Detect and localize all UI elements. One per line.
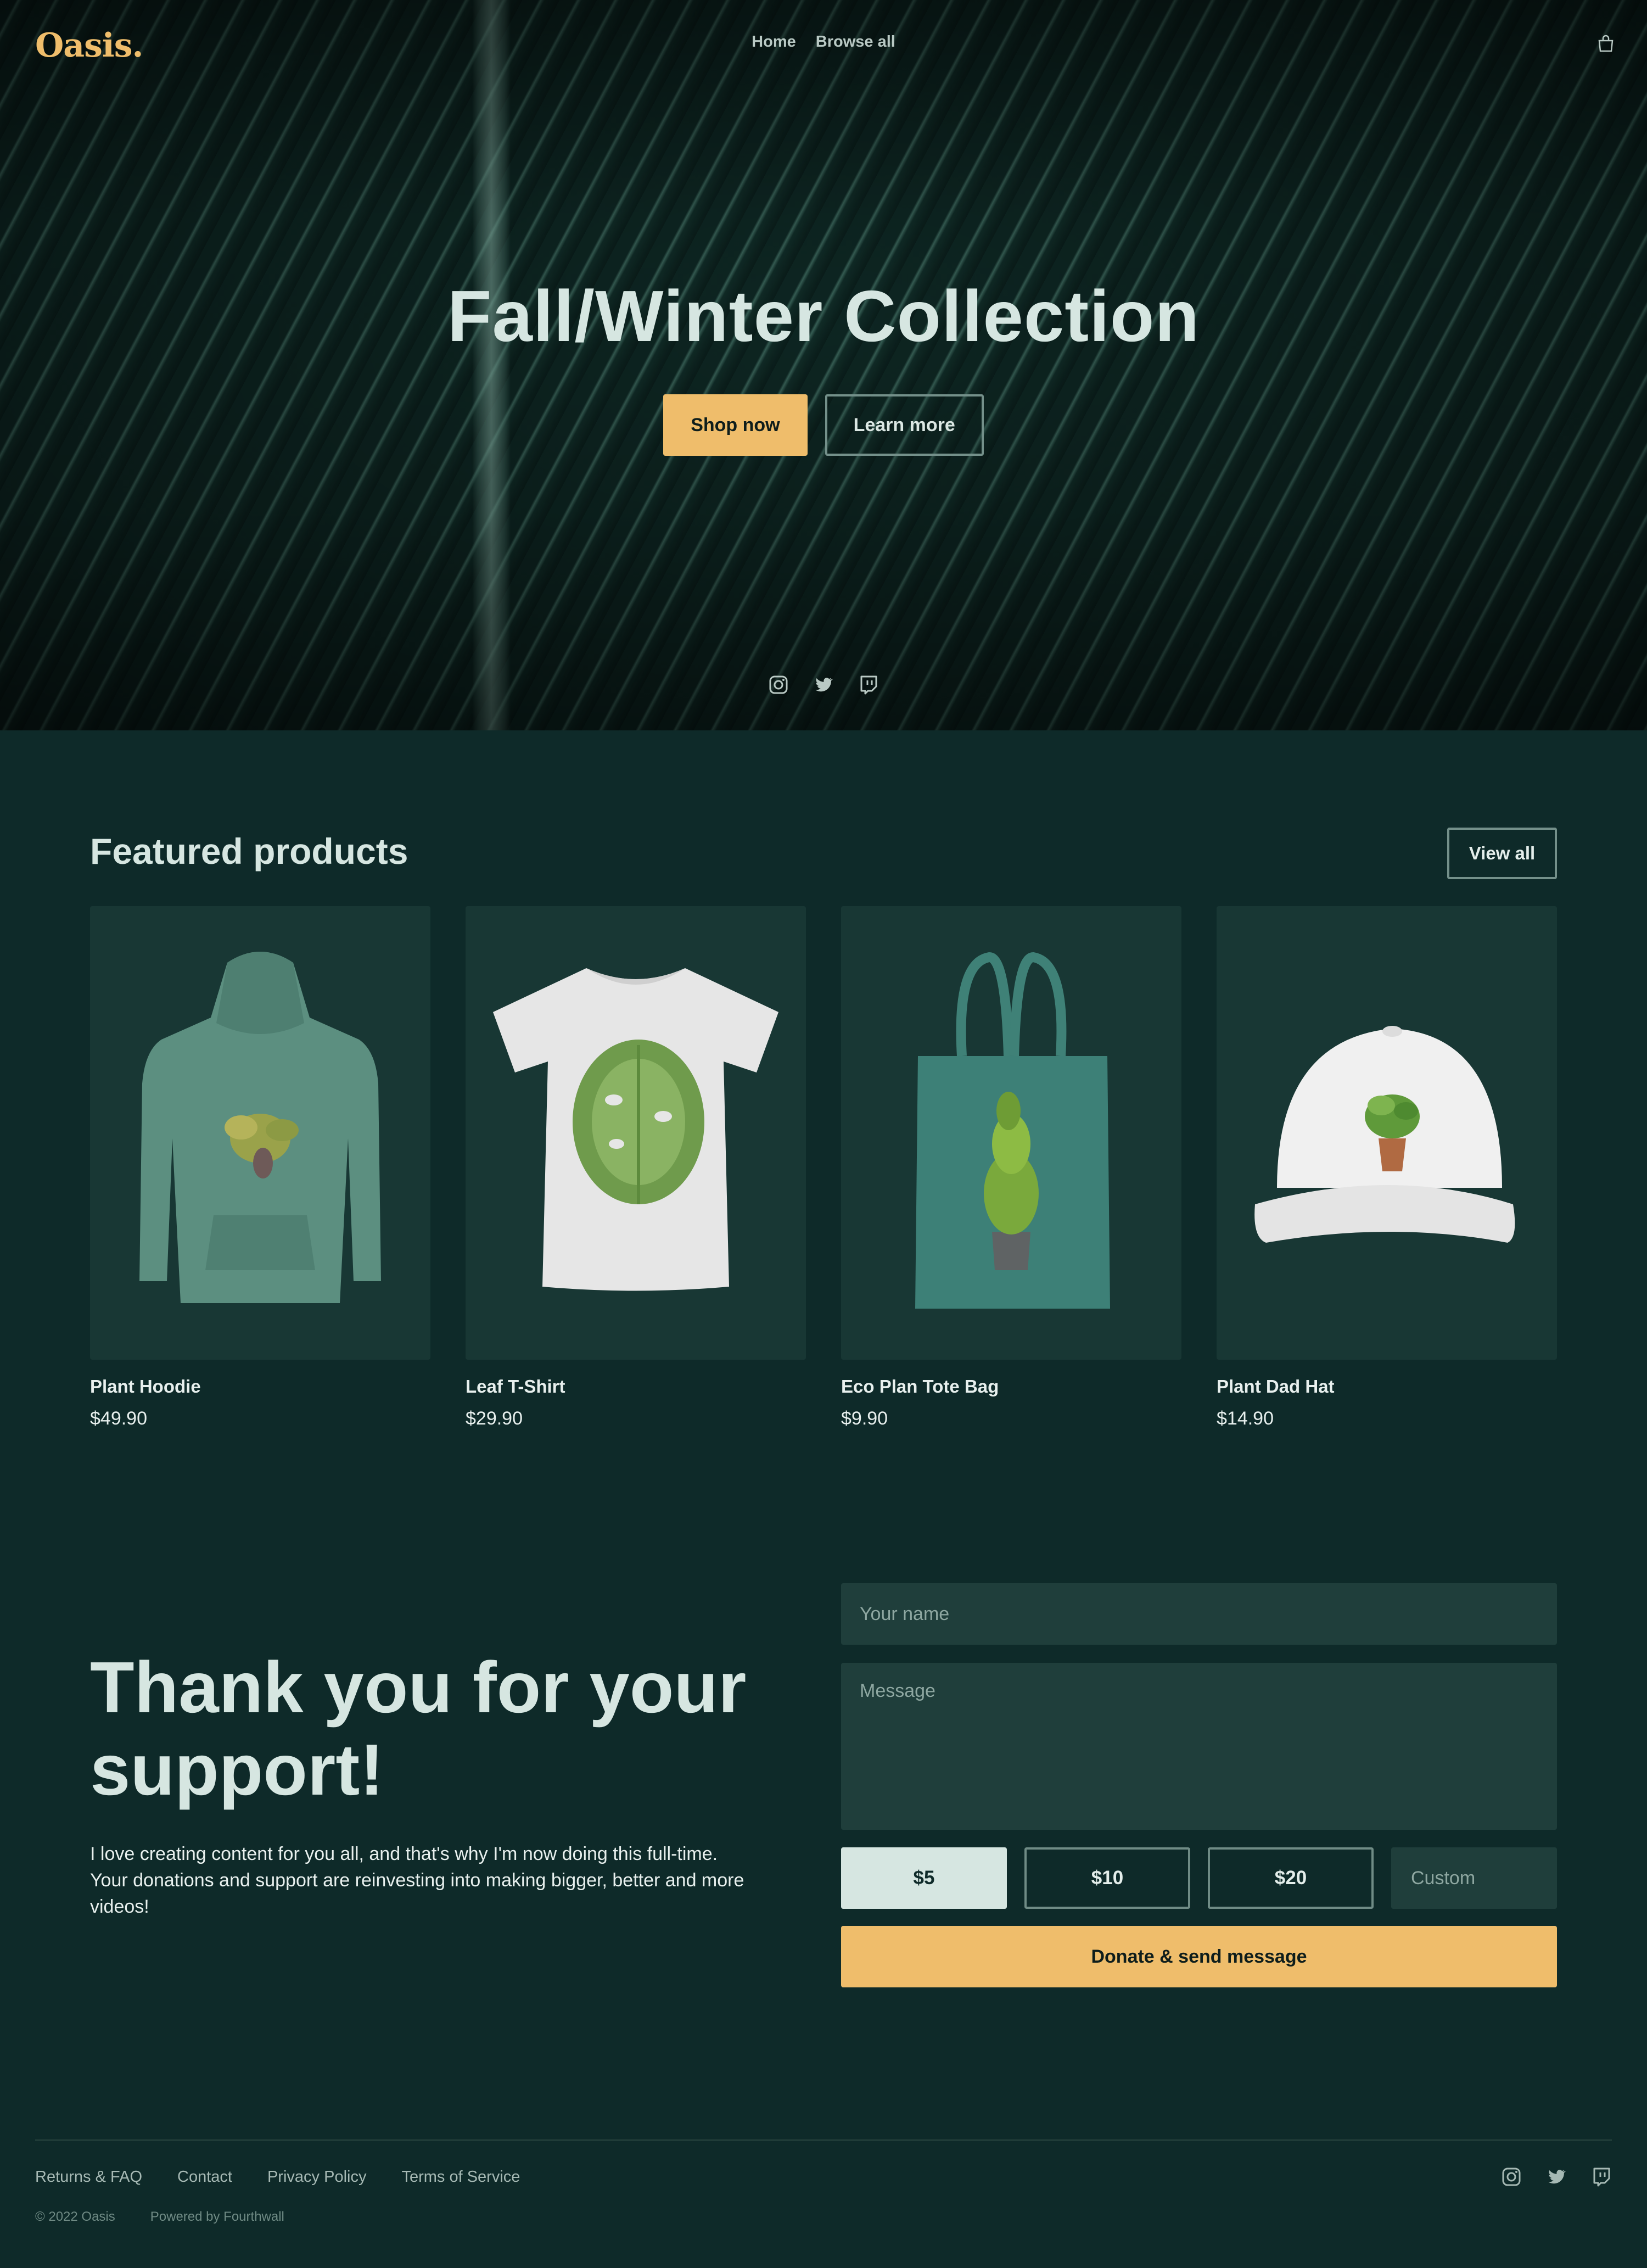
- custom-amount-input[interactable]: [1391, 1847, 1557, 1909]
- hero-title: Fall/Winter Collection: [447, 276, 1200, 356]
- product-card-plant-hoodie[interactable]: Plant Hoodie $49.90: [90, 906, 430, 1429]
- footer-divider: [35, 2139, 1612, 2141]
- support-title: Thank you for your support!: [90, 1647, 747, 1810]
- donate-button[interactable]: Donate & send message: [841, 1926, 1557, 1987]
- hero-banner: Oasis. Home Browse all Fall/Winter Colle…: [0, 0, 1647, 730]
- support-description: I love creating content for you all, and…: [90, 1844, 744, 1917]
- instagram-icon[interactable]: [1501, 2166, 1522, 2187]
- footer-social-links: [1501, 2166, 1612, 2187]
- tshirt-image: [493, 968, 778, 1291]
- nav-browse-all[interactable]: Browse all: [816, 33, 895, 51]
- learn-more-button[interactable]: Learn more: [825, 394, 984, 456]
- name-input[interactable]: [841, 1583, 1557, 1645]
- hero-actions: Shop now Learn more: [0, 394, 1647, 456]
- amount-5-button[interactable]: $5: [841, 1847, 1007, 1909]
- product-price: $9.90: [841, 1408, 888, 1429]
- cart-icon[interactable]: [1596, 34, 1615, 53]
- featured-products-title: Featured products: [90, 831, 408, 872]
- tote-bag-image: [915, 952, 1110, 1309]
- hero-social-links: [0, 674, 1647, 695]
- product-card-plant-dad-hat[interactable]: Plant Dad Hat $14.90: [1217, 906, 1557, 1429]
- product-name[interactable]: Plant Hoodie: [90, 1376, 430, 1397]
- footer-link-privacy-policy[interactable]: Privacy Policy: [267, 2168, 367, 2186]
- product-image[interactable]: [1217, 906, 1557, 1360]
- product-name[interactable]: Leaf T-Shirt: [466, 1376, 806, 1397]
- product-price: $29.90: [466, 1408, 523, 1429]
- twitch-icon[interactable]: [858, 674, 879, 695]
- product-card-leaf-tshirt[interactable]: Leaf T-Shirt $29.90: [466, 906, 806, 1429]
- twitter-icon[interactable]: [1546, 2166, 1567, 2187]
- footer-links: Returns & FAQ Contact Privacy Policy Ter…: [35, 2168, 520, 2186]
- amount-20-button[interactable]: $20: [1208, 1847, 1374, 1909]
- product-price: $14.90: [1217, 1408, 1274, 1429]
- footer-link-contact[interactable]: Contact: [177, 2168, 232, 2186]
- amount-10-button[interactable]: $10: [1024, 1847, 1190, 1909]
- shop-now-button[interactable]: Shop now: [663, 394, 808, 456]
- product-image[interactable]: [841, 906, 1181, 1360]
- product-image[interactable]: [466, 906, 806, 1360]
- footer-meta: © 2022 Oasis Powered by Fourthwall: [35, 2209, 284, 2225]
- product-price: $49.90: [90, 1408, 147, 1429]
- product-card-eco-tote-bag[interactable]: Eco Plan Tote Bag $9.90: [841, 906, 1181, 1429]
- product-name[interactable]: Eco Plan Tote Bag: [841, 1376, 1181, 1397]
- hat-image: [1254, 1026, 1515, 1243]
- product-image[interactable]: [90, 906, 430, 1360]
- hero-background-image: [0, 0, 1647, 730]
- instagram-icon[interactable]: [768, 674, 789, 695]
- powered-by-link[interactable]: Powered by Fourthwall: [150, 2209, 284, 2225]
- footer-link-terms-of-service[interactable]: Terms of Service: [401, 2168, 520, 2186]
- product-name[interactable]: Plant Dad Hat: [1217, 1376, 1557, 1397]
- copyright-text: © 2022 Oasis: [35, 2209, 115, 2224]
- nav-home[interactable]: Home: [752, 33, 796, 51]
- main-nav: Home Browse all: [0, 33, 1647, 51]
- view-all-button[interactable]: View all: [1447, 828, 1557, 879]
- hoodie-image: [139, 952, 381, 1303]
- twitter-icon[interactable]: [813, 674, 834, 695]
- twitch-icon[interactable]: [1591, 2166, 1612, 2187]
- message-input[interactable]: [841, 1663, 1557, 1830]
- footer-link-returns-faq[interactable]: Returns & FAQ: [35, 2168, 142, 2186]
